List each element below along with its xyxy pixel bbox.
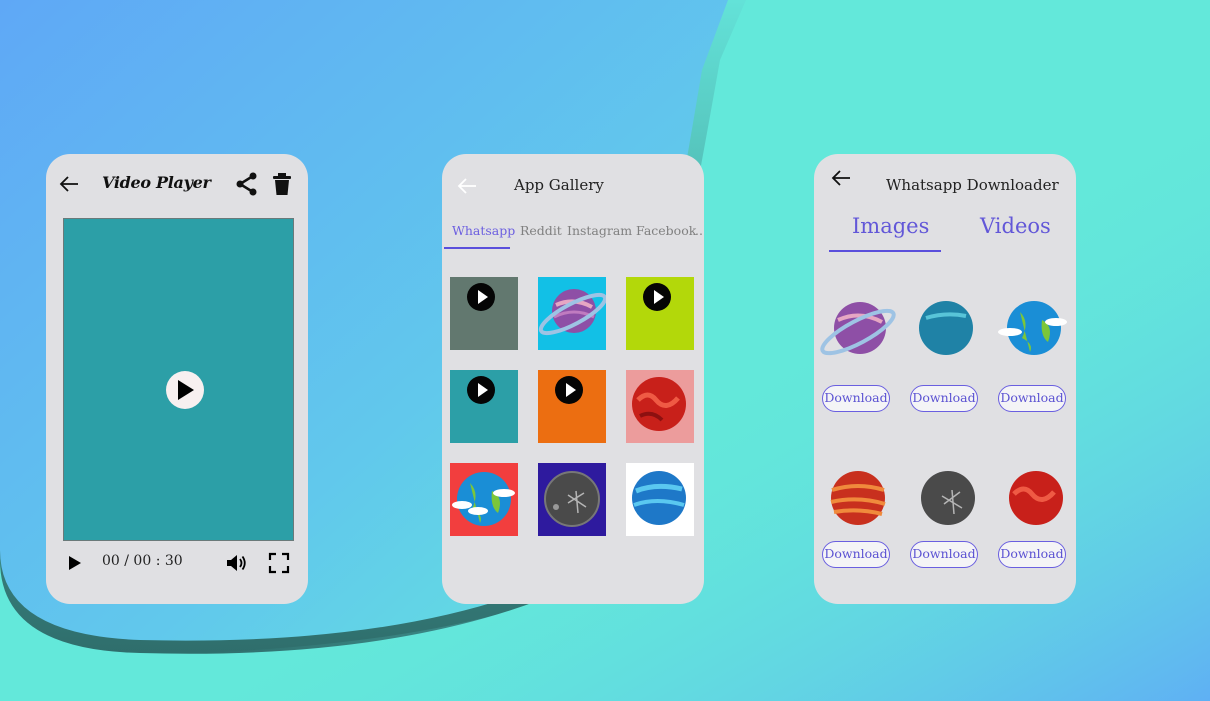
earth-icon <box>998 301 1067 355</box>
page-title: Whatsapp Downloader <box>886 176 1059 194</box>
fullscreen-icon[interactable] <box>268 552 290 574</box>
video-controls: 00 / 00 : 30 <box>46 550 308 576</box>
tab-facebook[interactable]: Facebook <box>636 223 696 238</box>
download-button[interactable]: Download <box>910 541 978 568</box>
gallery-video-item[interactable] <box>450 277 518 350</box>
ringed-planet-icon <box>538 289 606 336</box>
page-title: App Gallery <box>514 176 604 194</box>
gallery-image-item[interactable] <box>450 463 518 536</box>
video-player-screen: Video Player 00 / 00 : 30 <box>46 154 308 604</box>
app-gallery-screen: App Gallery Whatsapp Reddit Instagram Fa… <box>442 154 704 604</box>
moon-icon <box>921 471 975 525</box>
volume-icon[interactable] <box>226 553 248 573</box>
teal-planet-icon <box>919 301 973 355</box>
tab-reddit[interactable]: Reddit <box>520 223 562 238</box>
download-button[interactable]: Download <box>822 385 890 412</box>
red-planet-icon <box>632 377 686 431</box>
tab-instagram[interactable]: Instagram <box>567 223 632 238</box>
back-arrow-icon[interactable] <box>58 173 80 195</box>
play-icon[interactable] <box>67 554 83 572</box>
share-icon[interactable] <box>234 171 260 197</box>
tab-more[interactable]: .. <box>695 223 703 238</box>
tab-videos[interactable]: Videos <box>980 214 1051 238</box>
gallery-image-item[interactable] <box>538 463 606 536</box>
moon-icon <box>544 471 600 527</box>
gallery-video-item[interactable] <box>450 370 518 443</box>
tab-whatsapp[interactable]: Whatsapp <box>452 223 515 238</box>
download-button[interactable]: Download <box>822 541 890 568</box>
active-tab-indicator <box>444 247 510 249</box>
play-icon <box>643 283 671 311</box>
download-button[interactable]: Download <box>998 385 1066 412</box>
source-tabs: Whatsapp Reddit Instagram Facebook .. <box>442 220 704 250</box>
back-arrow-icon[interactable] <box>456 175 478 197</box>
earth-icon <box>452 472 515 526</box>
back-arrow-icon[interactable] <box>830 167 852 189</box>
play-icon <box>178 380 194 400</box>
active-tab-indicator <box>829 250 941 252</box>
blue-planet-icon <box>632 471 686 525</box>
play-icon <box>555 376 583 404</box>
video-player-header: Video Player <box>46 170 308 200</box>
gallery-image-item[interactable] <box>538 277 606 350</box>
gallery-video-item[interactable] <box>626 277 694 350</box>
page-title: Video Player <box>102 173 211 192</box>
play-icon <box>467 376 495 404</box>
trash-icon[interactable] <box>272 172 292 196</box>
center-play-button[interactable] <box>166 371 204 409</box>
gallery-image-item[interactable] <box>626 463 694 536</box>
red-planet-icon <box>1009 471 1063 525</box>
download-button[interactable]: Download <box>910 385 978 412</box>
ringed-planet-icon <box>820 302 896 356</box>
download-button[interactable]: Download <box>998 541 1066 568</box>
time-display: 00 / 00 : 30 <box>102 553 183 569</box>
video-screen[interactable] <box>63 218 294 541</box>
gallery-image-item[interactable] <box>626 370 694 443</box>
jupiter-icon <box>830 471 886 525</box>
play-icon <box>467 283 495 311</box>
tab-images[interactable]: Images <box>852 214 929 238</box>
gallery-video-item[interactable] <box>538 370 606 443</box>
whatsapp-downloader-screen: Whatsapp Downloader Images Videos Downlo… <box>814 154 1076 604</box>
